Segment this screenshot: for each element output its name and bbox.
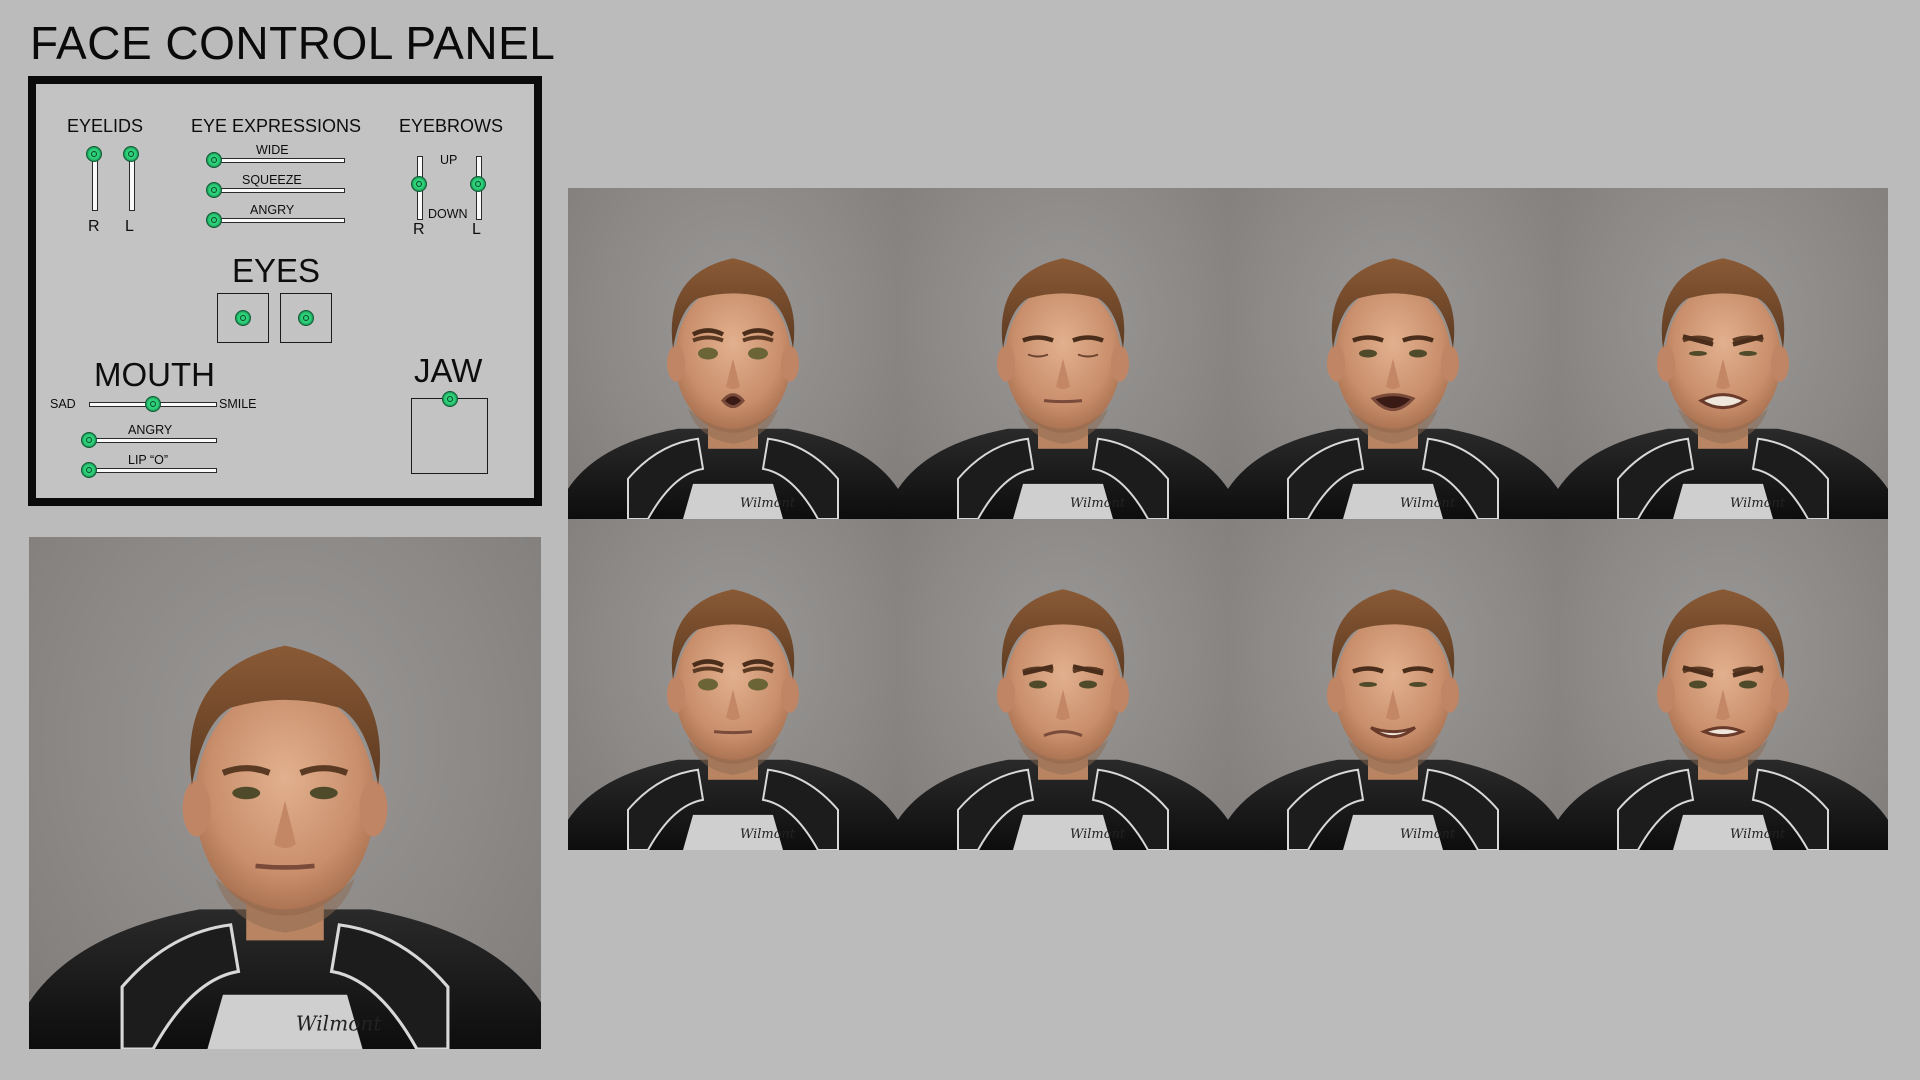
expression-face-render: Wilmont	[1228, 519, 1558, 850]
shirt-logo: Wilmont	[1400, 496, 1456, 511]
jaw-label: JAW	[414, 352, 483, 389]
eyebrows-label: EYEBROWS	[399, 116, 504, 136]
eye-angry-track	[214, 218, 345, 223]
page-title: FACE CONTROL PANEL	[30, 17, 556, 69]
eye-l-control-box	[280, 293, 332, 343]
shirt-logo: Wilmont	[1730, 827, 1786, 842]
eyebrows-up-label: UP	[440, 153, 458, 167]
jaw-control-box	[411, 391, 488, 474]
face-control-panel: EYELIDS R L EYE EXPRESSIONS WIDE SQUEEZE…	[28, 76, 542, 506]
shirt-logo: Wilmont	[740, 496, 796, 511]
eyebrow-r-label: R	[413, 221, 425, 238]
expression-face-render: Wilmont	[1558, 519, 1888, 850]
expression-portrait: Wilmont	[568, 519, 898, 850]
expression-portrait: Wilmont	[1558, 519, 1888, 850]
shirt-logo: Wilmont	[1070, 827, 1126, 842]
eye-wide-handle[interactable]	[206, 152, 222, 168]
eye-expressions-label: EYE EXPRESSIONS	[191, 116, 362, 136]
shirt-logo: Wilmont	[740, 827, 796, 842]
expression-portrait: Wilmont	[898, 519, 1228, 850]
eye-squeeze-track	[214, 188, 345, 193]
eye-r-control-box	[217, 293, 269, 343]
shirt-logo: Wilmont	[296, 1011, 382, 1035]
eyebrow-r-handle[interactable]	[411, 176, 427, 192]
eyelid-l-label: L	[125, 218, 134, 235]
eyebrow-l-label: L	[472, 221, 481, 238]
expression-portrait: Wilmont	[1558, 188, 1888, 519]
shirt-logo: Wilmont	[1400, 827, 1456, 842]
mouth-lip-o-handle[interactable]	[81, 462, 97, 478]
eyelid-r-label: R	[88, 218, 100, 235]
eye-angry-handle[interactable]	[206, 212, 222, 228]
eye-wide-label: WIDE	[256, 143, 289, 157]
eye-squeeze-handle[interactable]	[206, 182, 222, 198]
expression-portrait: Wilmont	[898, 188, 1228, 519]
eyebrows-down-label: DOWN	[428, 207, 468, 221]
expression-face-render: Wilmont	[1228, 188, 1558, 519]
mouth-sad-label: SAD	[50, 397, 76, 411]
shirt-logo: Wilmont	[1070, 496, 1126, 511]
expression-face-render: Wilmont	[568, 519, 898, 850]
mouth-smile-label: SMILE	[219, 397, 257, 411]
mouth-lip-o-track	[89, 468, 217, 473]
expression-portrait: Wilmont	[1228, 519, 1558, 850]
expression-portrait: Wilmont	[568, 188, 898, 519]
expression-face-render: Wilmont	[898, 519, 1228, 850]
mouth-angry-label: ANGRY	[128, 423, 173, 437]
eye-r-handle[interactable]	[235, 310, 251, 326]
eyelid-r-handle[interactable]	[86, 146, 102, 162]
expression-portrait: Wilmont	[1228, 188, 1558, 519]
mouth-angry-handle[interactable]	[81, 432, 97, 448]
neutral-face-render: Wilmont	[29, 537, 541, 1049]
mouth-label: MOUTH	[94, 356, 215, 393]
eyelid-l-handle[interactable]	[123, 146, 139, 162]
eye-squeeze-label: SQUEEZE	[242, 173, 302, 187]
expression-face-render: Wilmont	[568, 188, 898, 519]
eyes-label: EYES	[232, 252, 321, 289]
mouth-sad-smile-handle[interactable]	[145, 396, 161, 412]
eyelids-label: EYELIDS	[67, 116, 144, 136]
eye-l-handle[interactable]	[298, 310, 314, 326]
mouth-angry-track	[89, 438, 217, 443]
expression-face-render: Wilmont	[898, 188, 1228, 519]
shirt-logo: Wilmont	[1730, 496, 1786, 511]
expression-grid: Wilmont Wilmont Wilmont Wilmont Wilmont Wilmo…	[568, 188, 1888, 850]
mouth-lip-o-label: LIP “O”	[128, 453, 169, 467]
eye-wide-track	[214, 158, 345, 163]
neutral-face-portrait: Wilmont	[29, 537, 541, 1049]
eyebrow-l-handle[interactable]	[470, 176, 486, 192]
jaw-handle[interactable]	[442, 391, 458, 407]
expression-face-render: Wilmont	[1558, 188, 1888, 519]
eye-angry-label: ANGRY	[250, 203, 295, 217]
